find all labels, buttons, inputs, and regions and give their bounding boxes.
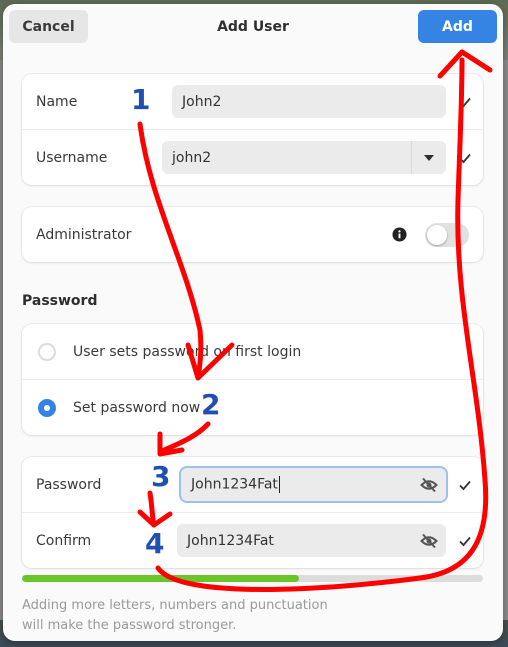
info-icon[interactable] — [392, 227, 407, 242]
username-combobox[interactable]: john2 — [162, 141, 446, 174]
password-entry-card: Password John1234Fat Confirm John1234Fat — [22, 457, 483, 568]
confirm-row: Confirm John1234Fat — [22, 512, 483, 568]
step-number-2: 2 — [201, 388, 221, 421]
password-mode-card: User sets password on first login Set pa… — [22, 324, 483, 435]
check-icon — [459, 480, 471, 490]
password-option-row[interactable]: User sets password on first login — [22, 324, 483, 379]
radio-user-sets-password[interactable] — [38, 342, 56, 361]
step-number-1: 1 — [131, 83, 151, 116]
username-dropdown-button[interactable] — [411, 141, 446, 174]
radio-label: Set password now — [73, 399, 201, 416]
password-section-title: Password — [22, 293, 98, 309]
dialog-header: Cancel Add User Add — [3, 4, 503, 50]
username-row: Username john2 — [22, 129, 483, 185]
password-label: Password — [36, 476, 102, 493]
add-user-dialog: Cancel Add User Add Name John2 Username … — [3, 4, 503, 641]
password-input[interactable]: John1234Fat — [181, 468, 446, 501]
step-number-4: 4 — [145, 527, 165, 560]
username-value: john2 — [172, 149, 212, 166]
radio-set-password-now[interactable] — [38, 398, 56, 417]
password-option-row[interactable]: Set password now — [22, 379, 483, 435]
password-row: Password John1234Fat — [22, 457, 483, 512]
confirm-password-input[interactable]: John1234Fat — [177, 524, 446, 557]
check-icon — [459, 153, 471, 163]
administrator-card: Administrator — [22, 207, 483, 262]
password-value: John1234Fat — [181, 476, 280, 493]
confirm-value: John1234Fat — [187, 532, 274, 549]
administrator-row: Administrator — [22, 207, 483, 262]
radio-label: User sets password on first login — [73, 343, 302, 360]
step-number-3: 3 — [151, 460, 171, 493]
identity-card: Name John2 Username john2 — [22, 74, 483, 185]
name-value: John2 — [182, 93, 222, 110]
password-hint: Adding more letters, numbers and punctua… — [22, 598, 328, 633]
administrator-label: Administrator — [36, 226, 132, 243]
password-strength-bar — [22, 575, 483, 582]
eye-hidden-icon[interactable] — [420, 476, 438, 494]
check-icon — [459, 97, 471, 107]
text-caret — [278, 476, 280, 493]
toggle-knob — [427, 224, 447, 245]
name-label: Name — [36, 93, 78, 110]
confirm-label: Confirm — [36, 532, 92, 549]
check-icon — [459, 536, 471, 546]
password-text: John1234Fat — [191, 476, 278, 493]
add-button[interactable]: Add — [418, 10, 497, 43]
eye-hidden-icon[interactable] — [420, 532, 438, 550]
password-strength-fill — [22, 575, 299, 582]
name-row: Name John2 — [22, 74, 483, 129]
administrator-toggle[interactable] — [425, 222, 469, 247]
chevron-down-icon — [424, 154, 434, 161]
username-label: Username — [36, 149, 108, 166]
name-input[interactable]: John2 — [172, 85, 446, 118]
